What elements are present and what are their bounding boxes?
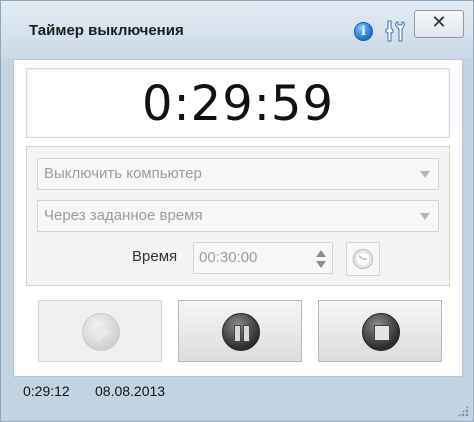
clock-icon [352, 248, 374, 270]
start-button[interactable] [38, 300, 162, 362]
settings-panel: Выключить компьютер Через заданное время… [26, 146, 450, 286]
mode-select-value: Через заданное время [44, 207, 203, 224]
spin-up-icon[interactable] [316, 250, 326, 257]
pause-button[interactable] [178, 300, 302, 362]
chevron-down-icon [420, 213, 430, 220]
clock-button[interactable] [346, 242, 380, 276]
close-button[interactable]: ✕ [414, 10, 464, 38]
countdown-panel: 0:29:59 [26, 68, 450, 138]
chevron-down-icon [420, 171, 430, 178]
status-time: 0:29:12 [23, 383, 70, 399]
mode-select[interactable]: Через заданное время [37, 200, 439, 232]
time-input-value: 00:30:00 [199, 249, 258, 266]
countdown-display: 0:29:59 [141, 76, 335, 132]
title-bar[interactable]: Таймер выключения i ✕ [1, 1, 473, 59]
time-input[interactable]: 00:30:00 [193, 242, 333, 274]
settings-tools-icon[interactable] [384, 19, 406, 43]
action-select-value: Выключить компьютер [44, 165, 202, 182]
window-title: Таймер выключения [29, 22, 184, 39]
spin-down-icon[interactable] [316, 261, 326, 268]
main-content: 0:29:59 Выключить компьютер Через заданн… [13, 59, 463, 377]
action-select[interactable]: Выключить компьютер [37, 158, 439, 190]
stop-icon [362, 313, 400, 351]
play-icon [82, 313, 120, 351]
resize-grip-icon[interactable] [457, 405, 469, 417]
info-icon[interactable]: i [354, 22, 373, 41]
pause-icon [222, 313, 260, 351]
stop-button[interactable] [318, 300, 442, 362]
timer-window: Таймер выключения i ✕ 0:29:59 Выключить … [0, 0, 474, 422]
controls-panel [26, 294, 450, 368]
status-date: 08.08.2013 [95, 383, 166, 399]
status-bar: 0:29:12 08.08.2013 [1, 379, 473, 421]
time-label: Время [132, 248, 178, 265]
